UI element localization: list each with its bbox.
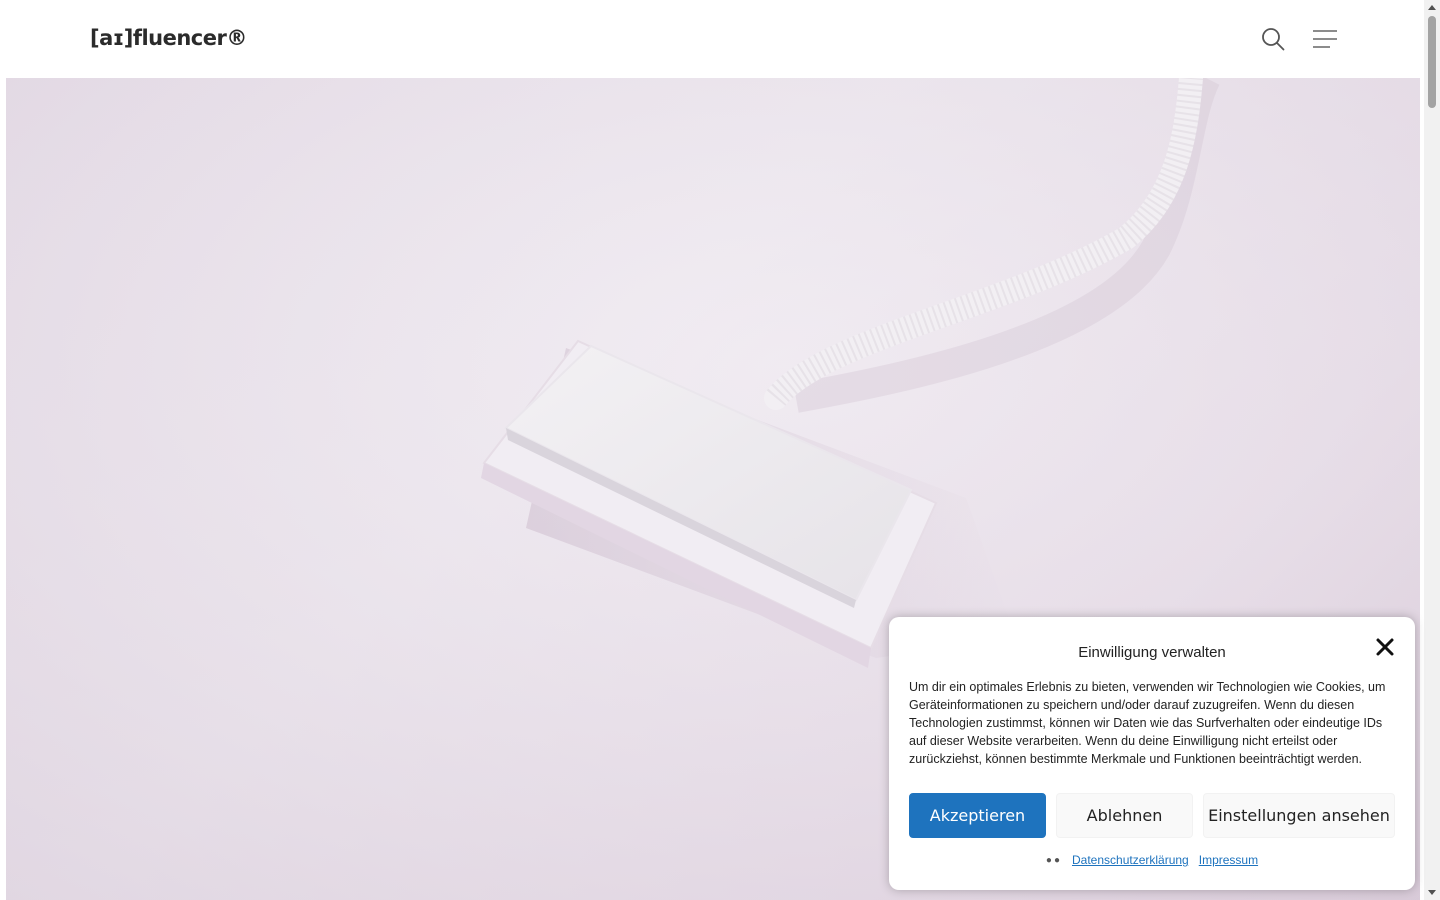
view-settings-button[interactable]: Einstellungen ansehen — [1203, 793, 1395, 838]
consent-links: ●● Datenschutzerklärung Impressum — [889, 853, 1415, 867]
header-icons — [1260, 25, 1338, 53]
scroll-down-icon[interactable] — [1424, 886, 1440, 900]
consent-message: Um dir ein optimales Erlebnis zu bieten,… — [909, 680, 1386, 766]
dots-icon: ●● — [1045, 854, 1062, 866]
accept-button[interactable]: Akzeptieren — [909, 793, 1046, 838]
deny-button[interactable]: Ablehnen — [1056, 793, 1193, 838]
site-logo[interactable]: [aɪ]fluencer® — [90, 26, 247, 50]
close-icon[interactable] — [1374, 636, 1396, 658]
scroll-up-icon[interactable] — [1424, 0, 1440, 14]
site-header: [aɪ]fluencer® — [0, 0, 1424, 78]
scrollbar[interactable] — [1424, 0, 1440, 900]
menu-icon[interactable] — [1312, 25, 1338, 53]
page: [aɪ]fluencer® Einwilligung verwalten Um … — [0, 0, 1440, 900]
scroll-thumb[interactable] — [1428, 16, 1436, 108]
imprint-link[interactable]: Impressum — [1199, 853, 1258, 867]
consent-title: Einwilligung verwalten — [1078, 644, 1226, 661]
search-icon[interactable] — [1260, 25, 1286, 53]
privacy-policy-link[interactable]: Datenschutzerklärung — [1072, 853, 1189, 867]
cookie-consent-dialog: Einwilligung verwalten Um dir ein optima… — [889, 617, 1415, 890]
